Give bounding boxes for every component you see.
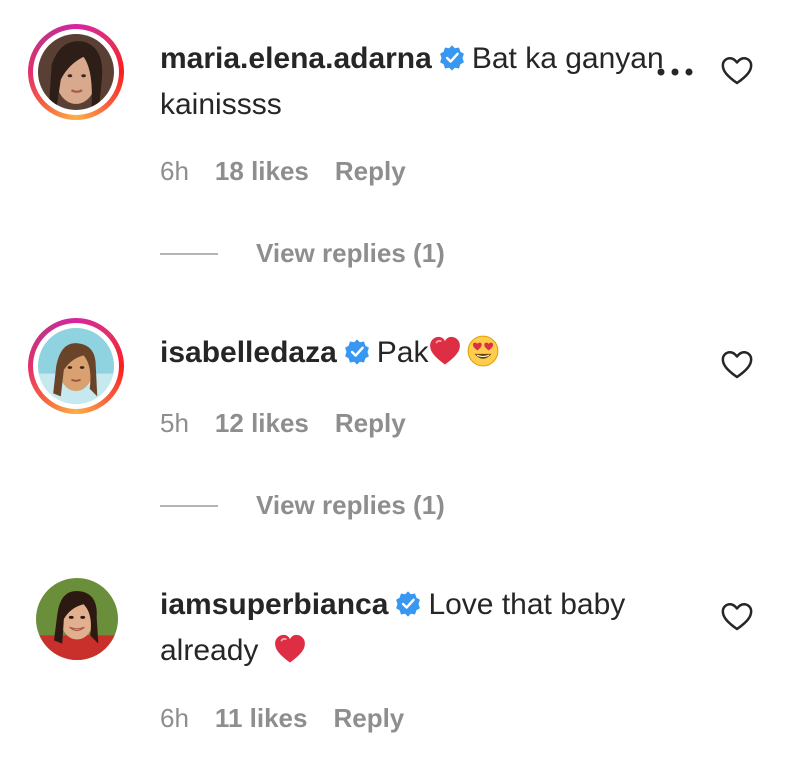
view-replies-divider	[160, 504, 218, 507]
comment-text: isabelledaza Pak	[160, 330, 680, 376]
like-heart-icon[interactable]	[720, 348, 754, 382]
comment-username[interactable]: isabelledaza	[160, 336, 337, 369]
like-heart-icon[interactable]	[720, 600, 754, 634]
avatar-photo	[36, 578, 118, 660]
more-options-icon[interactable]	[655, 65, 695, 79]
comment-meta: 6h 11 likes Reply	[160, 703, 404, 734]
comment-time[interactable]: 6h	[160, 703, 189, 734]
comment-text: maria.elena.adarna Bat ka ganyan kainisss…	[160, 36, 680, 128]
avatar-maria-elena-adarna[interactable]	[28, 24, 124, 120]
red-heart-emoji	[273, 632, 307, 666]
like-heart-icon[interactable]	[720, 54, 754, 88]
verified-badge-icon	[394, 590, 422, 618]
comment-meta: 6h 18 likes Reply	[160, 156, 406, 187]
comment-meta: 5h 12 likes Reply	[160, 408, 406, 439]
comment-text: iamsuperbianca Love that baby already	[160, 582, 680, 674]
comment-likes[interactable]: 11 likes	[215, 703, 308, 734]
red-heart-emoji	[428, 334, 462, 368]
avatar-iamsuperbianca[interactable]	[36, 578, 118, 660]
comment-likes[interactable]: 18 likes	[215, 156, 309, 187]
verified-badge-icon	[343, 338, 371, 366]
view-replies-button[interactable]: View replies (1)	[160, 490, 445, 521]
comment-username[interactable]: maria.elena.adarna	[160, 42, 432, 75]
reply-button[interactable]: Reply	[335, 408, 406, 439]
heart-eyes-emoji	[466, 334, 500, 368]
comment-body: Pak	[376, 336, 429, 369]
view-replies-label: View replies (1)	[256, 238, 445, 268]
reply-button[interactable]: Reply	[335, 156, 406, 187]
comment-likes[interactable]: 12 likes	[215, 408, 309, 439]
view-replies-label: View replies (1)	[256, 490, 445, 520]
reply-button[interactable]: Reply	[333, 703, 404, 734]
comment-time[interactable]: 5h	[160, 408, 189, 439]
view-replies-button[interactable]: View replies (1)	[160, 238, 445, 269]
avatar-photo	[38, 34, 114, 110]
verified-badge-icon	[438, 44, 466, 72]
comment-username[interactable]: iamsuperbianca	[160, 588, 388, 621]
avatar-photo	[38, 328, 114, 404]
view-replies-divider	[160, 252, 218, 255]
avatar-isabelledaza[interactable]	[28, 318, 124, 414]
comment-time[interactable]: 6h	[160, 156, 189, 187]
